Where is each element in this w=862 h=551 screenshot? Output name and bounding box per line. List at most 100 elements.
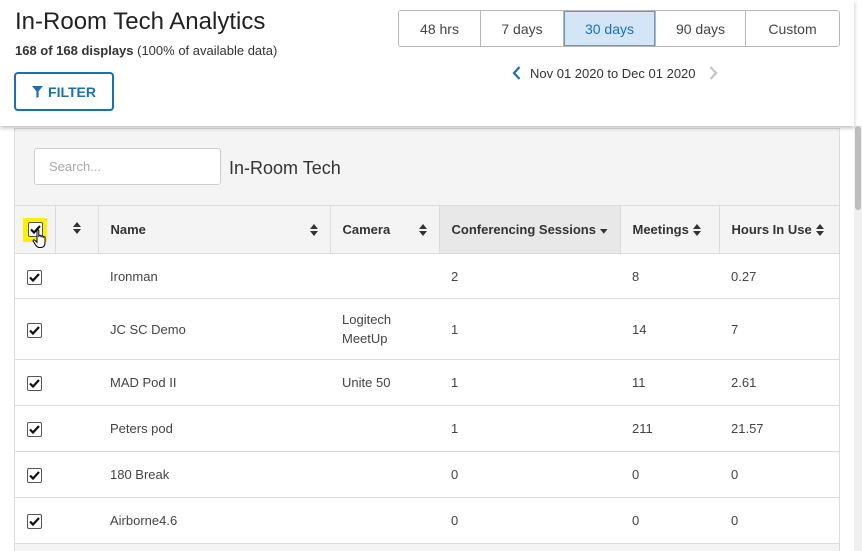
range-option-90-days[interactable]: 90 days xyxy=(656,11,746,46)
row-spacer-cell xyxy=(55,406,98,452)
cell-conferencing-sessions: 0 xyxy=(451,513,459,528)
next-period-chevron-right-icon[interactable] xyxy=(704,63,724,83)
cell-conferencing-sessions: 1 xyxy=(451,321,459,337)
table-row[interactable]: MAD Pod II Unite 50 1 11 2.61 xyxy=(15,360,839,406)
row-spacer-cell xyxy=(55,254,98,299)
cell-hours-in-use: 21.57 xyxy=(731,421,764,436)
scrollbar-thumb[interactable] xyxy=(855,126,861,210)
range-option-48-hrs[interactable]: 48 hrs xyxy=(399,11,481,46)
row-spacer-cell xyxy=(55,498,98,544)
cell-meetings: 0 xyxy=(632,513,640,528)
cell-meetings: 211 xyxy=(632,421,653,436)
page-header: In-Room Tech Analytics 168 of 168 displa… xyxy=(0,0,854,126)
cell-name: 180 Break xyxy=(110,467,170,482)
cell-camera xyxy=(330,406,439,452)
cell-hours-in-use: 0.27 xyxy=(731,268,757,284)
page-title: In-Room Tech Analytics xyxy=(15,8,266,35)
sort-icon xyxy=(309,223,318,236)
table-row[interactable]: Ironman 2 8 0.27 xyxy=(15,254,839,299)
previous-period-chevron-left-icon[interactable] xyxy=(506,63,526,83)
row-select-cell xyxy=(15,452,55,498)
sort-icon xyxy=(72,222,81,234)
row-select-cell xyxy=(15,498,55,544)
select-all-highlight xyxy=(23,217,47,248)
column-header-camera[interactable]: Camera xyxy=(330,205,440,254)
cell-conferencing-sessions: 2 xyxy=(451,268,459,284)
page-scrollbar[interactable] xyxy=(854,126,862,551)
table-body: Ironman 2 8 0.27 JC SC Demo Logitech MeetUp 1 1… xyxy=(15,254,839,544)
row-spacer-cell xyxy=(55,299,98,360)
column-header-sort[interactable] xyxy=(55,205,99,254)
range-option-30-days[interactable]: 30 days xyxy=(564,11,656,46)
cell-hours-in-use: 7 xyxy=(731,321,739,337)
row-select-cell xyxy=(15,360,55,406)
date-range-text: Nov 01 2020 to Dec 01 2020 xyxy=(530,65,696,81)
cell-conferencing-sessions: 1 xyxy=(451,375,459,390)
hand-pointer-cursor-icon xyxy=(32,228,46,248)
row-select-cell xyxy=(15,299,55,360)
table-row[interactable]: 180 Break 0 0 0 xyxy=(15,452,839,498)
table-row[interactable]: Peters pod 1 211 21.57 xyxy=(15,406,839,452)
table-row[interactable]: JC SC Demo Logitech MeetUp 1 14 7 xyxy=(15,299,839,360)
row-checkbox[interactable] xyxy=(27,514,42,530)
cell-hours-in-use: 2.61 xyxy=(731,375,757,390)
cell-name: Ironman xyxy=(110,268,158,284)
select-all-header xyxy=(15,205,56,254)
sort-icon xyxy=(815,223,824,236)
cell-meetings: 0 xyxy=(632,467,640,482)
row-checkbox[interactable] xyxy=(27,269,42,285)
range-option-custom[interactable]: Custom xyxy=(746,11,839,46)
display-count-summary: 168 of 168 displays (100% of available d… xyxy=(15,43,277,58)
checkmark-icon xyxy=(29,272,40,282)
search-input[interactable] xyxy=(34,148,221,185)
date-navigation: Nov 01 2020 to Dec 01 2020 xyxy=(506,62,724,84)
cell-name: MAD Pod II xyxy=(110,375,177,390)
in-room-tech-panel: In-Room Tech xyxy=(14,128,840,551)
column-label-hours: Hours In Use xyxy=(731,222,812,237)
row-checkbox[interactable] xyxy=(27,376,42,392)
column-header-meetings[interactable]: Meetings xyxy=(620,205,720,254)
column-label-conferencing: Conferencing Sessions xyxy=(451,222,596,237)
column-label-name: Name xyxy=(110,222,146,237)
display-count: 168 of 168 displays xyxy=(15,43,134,58)
cell-meetings: 11 xyxy=(632,375,646,390)
table-header-row: Name Camera Conferencing Sessions Meetin… xyxy=(15,205,839,254)
cell-camera xyxy=(330,452,439,498)
row-checkbox[interactable] xyxy=(27,468,42,484)
row-select-cell xyxy=(15,406,55,452)
displays-table: Name Camera Conferencing Sessions Meetin… xyxy=(15,205,839,544)
column-label-meetings: Meetings xyxy=(632,222,689,237)
filter-button-label: FILTER xyxy=(48,83,96,100)
column-header-conferencing-sessions[interactable]: Conferencing Sessions xyxy=(439,205,621,254)
column-label-camera: Camera xyxy=(342,222,391,237)
sort-icon xyxy=(418,223,427,236)
row-checkbox[interactable] xyxy=(27,322,42,338)
checkmark-icon xyxy=(29,379,40,389)
table-row[interactable]: Airborne4.6 0 0 0 xyxy=(15,498,839,544)
cell-name: JC SC Demo xyxy=(110,321,186,337)
cell-conferencing-sessions: 0 xyxy=(451,467,459,482)
row-checkbox[interactable] xyxy=(27,422,42,438)
row-select-cell xyxy=(15,254,55,299)
cell-camera: Logitech MeetUp xyxy=(342,312,392,346)
range-option-7-days[interactable]: 7 days xyxy=(481,11,564,46)
panel-title: In-Room Tech xyxy=(229,158,341,178)
cell-hours-in-use: 0 xyxy=(731,513,739,528)
checkmark-icon xyxy=(29,425,40,435)
checkmark-icon xyxy=(29,325,40,335)
column-header-name[interactable]: Name xyxy=(98,205,331,254)
checkmark-icon xyxy=(29,471,40,481)
cell-name: Peters pod xyxy=(110,421,173,436)
sort-icon xyxy=(692,223,701,236)
cell-meetings: 8 xyxy=(632,268,640,284)
cell-conferencing-sessions: 1 xyxy=(451,421,459,436)
cell-hours-in-use: 0 xyxy=(731,467,739,482)
date-range-selector: 48 hrs 7 days 30 days 90 days Custom xyxy=(398,10,840,47)
cell-camera: Unite 50 xyxy=(342,375,391,390)
filter-button[interactable]: FILTER xyxy=(14,72,114,111)
sort-descending-icon xyxy=(599,228,608,234)
row-spacer-cell xyxy=(55,452,98,498)
column-header-hours-in-use[interactable]: Hours In Use xyxy=(719,205,839,254)
displays-table-wrapper: Name Camera Conferencing Sessions Meetin… xyxy=(15,205,839,544)
checkmark-icon xyxy=(29,517,40,527)
